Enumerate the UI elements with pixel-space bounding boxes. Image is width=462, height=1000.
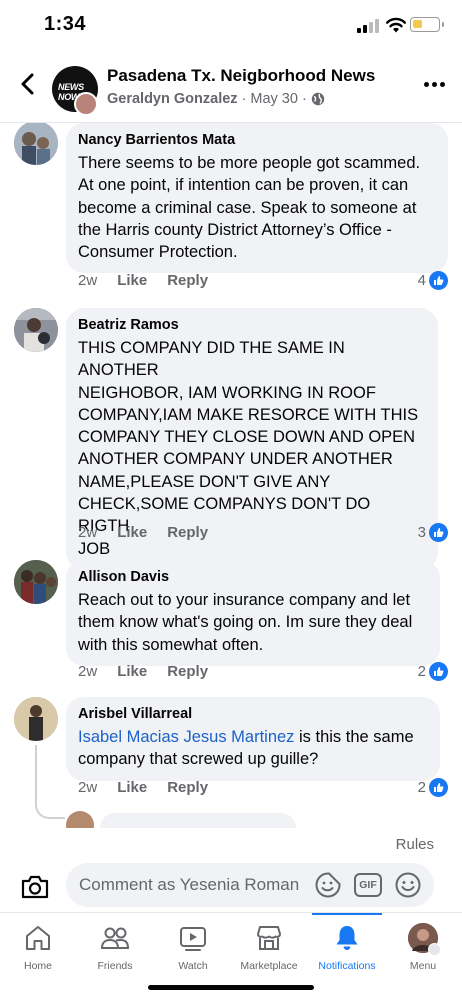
reaction-number: 2 bbox=[417, 663, 426, 680]
post-author[interactable]: Geraldyn Gonzalez bbox=[107, 91, 238, 107]
status-bar: 1:34 bbox=[0, 0, 462, 50]
post-meta: Geraldyn Gonzalez · May 30 · bbox=[107, 91, 325, 107]
tab-home[interactable]: Home bbox=[4, 913, 72, 983]
meta-separator: · bbox=[301, 91, 307, 107]
reply-button[interactable]: Reply bbox=[167, 663, 208, 680]
thumbs-up-icon bbox=[429, 271, 448, 290]
comment-age: 2w bbox=[78, 272, 98, 289]
commenter-name[interactable]: Arisbel Villarreal bbox=[78, 706, 426, 722]
reply-avatar[interactable] bbox=[66, 811, 94, 828]
tab-notifications[interactable]: Notifications bbox=[309, 913, 385, 983]
reply-thread-connector bbox=[35, 803, 65, 819]
tab-label: Watch bbox=[178, 960, 208, 972]
comment-text: There seems to be more people got scamme… bbox=[78, 154, 421, 262]
tab-label: Home bbox=[23, 960, 52, 972]
tab-label: Menu bbox=[409, 960, 437, 972]
menu-badge-icon bbox=[428, 943, 441, 956]
comment-placeholder: Comment as Yesenia Roman bbox=[79, 875, 300, 894]
post-header: NEWS NOW Pasadena Tx. Neigborhood News G… bbox=[0, 52, 462, 122]
gif-button[interactable]: GIF bbox=[354, 873, 382, 897]
commenter-avatar[interactable] bbox=[14, 123, 58, 165]
comment-bubble[interactable]: Nancy Barrientos Mata There seems to be … bbox=[66, 123, 448, 274]
reaction-count[interactable]: 4 bbox=[418, 271, 448, 290]
home-indicator bbox=[148, 985, 314, 990]
like-button[interactable]: Like bbox=[117, 272, 147, 289]
reply-button[interactable]: Reply bbox=[167, 272, 208, 289]
status-time: 1:34 bbox=[44, 13, 87, 35]
emoji-icon[interactable] bbox=[394, 871, 422, 899]
tab-friends[interactable]: Friends bbox=[80, 913, 150, 983]
tab-watch[interactable]: Watch bbox=[158, 913, 228, 983]
comment-item: Arisbel Villarreal Isabel Macias Jesus M… bbox=[0, 697, 462, 828]
meta-separator: · bbox=[241, 91, 247, 107]
like-button[interactable]: Like bbox=[117, 524, 147, 541]
author-avatar bbox=[74, 92, 98, 116]
reaction-number: 2 bbox=[417, 779, 426, 796]
tab-marketplace[interactable]: Marketplace bbox=[232, 913, 306, 983]
commenter-name[interactable]: Beatriz Ramos bbox=[78, 317, 424, 333]
reply-button[interactable]: Reply bbox=[167, 779, 208, 796]
comment-text: Isabel Macias Jesus Martinez is this the… bbox=[78, 728, 414, 769]
reply-bubble-partial[interactable] bbox=[100, 813, 296, 828]
sticker-icon[interactable] bbox=[314, 871, 342, 899]
home-icon bbox=[26, 926, 50, 950]
reply-thread-line bbox=[35, 745, 37, 805]
commenter-name[interactable]: Nancy Barrientos Mata bbox=[78, 132, 434, 148]
comment-text: Reach out to your insurance company and … bbox=[78, 591, 413, 654]
commenter-avatar[interactable] bbox=[14, 560, 58, 604]
like-button[interactable]: Like bbox=[117, 663, 147, 680]
thumbs-up-icon bbox=[429, 523, 448, 542]
commenter-avatar[interactable] bbox=[14, 308, 58, 352]
reaction-count[interactable]: 3 bbox=[418, 523, 448, 542]
commenter-name[interactable]: Allison Davis bbox=[78, 569, 426, 585]
tab-menu[interactable]: Menu bbox=[388, 913, 458, 983]
reaction-count[interactable]: 2 bbox=[418, 778, 448, 797]
reply-button[interactable]: Reply bbox=[167, 524, 208, 541]
comments-list: Nancy Barrientos Mata There seems to be … bbox=[0, 123, 462, 828]
page-title[interactable]: Pasadena Tx. Neigborhood News bbox=[107, 66, 375, 86]
mention-link[interactable]: Isabel Macias Jesus Martinez bbox=[78, 728, 294, 746]
comment-composer: Comment as Yesenia Roman GIF bbox=[0, 863, 462, 913]
reaction-number: 4 bbox=[417, 272, 426, 289]
post-date[interactable]: May 30 bbox=[250, 91, 298, 107]
rules-link[interactable]: Rules bbox=[396, 836, 434, 853]
reaction-count[interactable]: 2 bbox=[418, 662, 448, 681]
tab-label: Friends bbox=[97, 960, 133, 972]
globe-icon bbox=[311, 92, 324, 106]
tab-label: Notifications bbox=[318, 960, 376, 972]
page-avatar[interactable]: NEWS NOW bbox=[52, 66, 98, 116]
comment-actions: 2w Like Reply bbox=[78, 272, 208, 289]
bell-icon bbox=[336, 926, 358, 950]
tab-label: Marketplace bbox=[240, 960, 298, 972]
comment-item: Beatriz Ramos THIS COMPANY DID THE SAME … bbox=[0, 308, 462, 570]
wifi-icon bbox=[386, 17, 406, 33]
camera-icon[interactable] bbox=[20, 873, 50, 901]
comment-item: Nancy Barrientos Mata There seems to be … bbox=[0, 123, 462, 298]
profile-avatar bbox=[408, 923, 441, 956]
friends-icon bbox=[100, 927, 130, 949]
thumbs-up-icon bbox=[429, 662, 448, 681]
more-options-icon[interactable] bbox=[424, 82, 446, 88]
comment-actions: 2w Like Reply bbox=[78, 779, 208, 796]
comment-bubble[interactable]: Allison Davis Reach out to your insuranc… bbox=[66, 560, 440, 666]
comment-actions: 2w Like Reply bbox=[78, 663, 208, 680]
thumbs-up-icon bbox=[429, 778, 448, 797]
back-arrow-icon[interactable] bbox=[14, 70, 42, 98]
commenter-avatar[interactable] bbox=[14, 697, 58, 741]
comment-actions: 2w Like Reply bbox=[78, 524, 208, 541]
comment-age: 2w bbox=[78, 663, 98, 680]
reaction-number: 3 bbox=[417, 524, 426, 541]
cellular-signal-icon bbox=[357, 19, 379, 33]
like-button[interactable]: Like bbox=[117, 779, 147, 796]
comment-age: 2w bbox=[78, 524, 98, 541]
comment-input[interactable]: Comment as Yesenia Roman GIF bbox=[66, 863, 434, 907]
comment-age: 2w bbox=[78, 779, 98, 796]
comment-bubble[interactable]: Arisbel Villarreal Isabel Macias Jesus M… bbox=[66, 697, 440, 781]
battery-icon bbox=[410, 17, 444, 32]
marketplace-icon bbox=[257, 926, 281, 950]
comment-item: Allison Davis Reach out to your insuranc… bbox=[0, 560, 462, 690]
watch-icon bbox=[180, 927, 206, 951]
